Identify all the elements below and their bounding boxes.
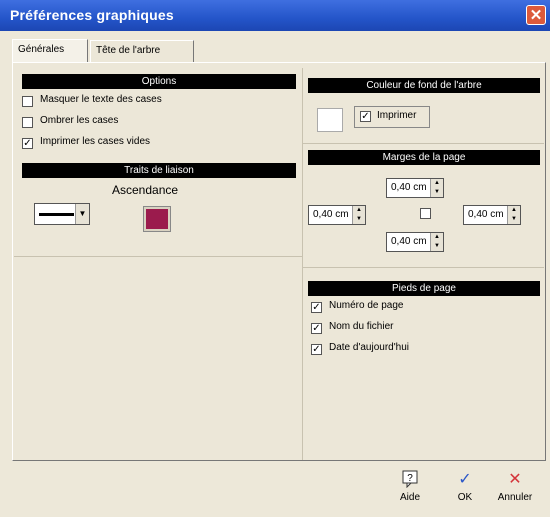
tab-tete-arbre[interactable]: Tête de l'arbre	[90, 40, 194, 62]
aide-label: Aide	[399, 492, 420, 503]
tab-generales[interactable]: Générales	[12, 39, 88, 63]
option-imprimer-vides-checkbox[interactable]: ✓	[22, 138, 33, 149]
imprimer-toggle[interactable]: ✓ Imprimer	[354, 106, 430, 128]
option-masquer-label: Masquer le texte des cases	[40, 94, 162, 105]
option-ombrer-checkbox[interactable]	[22, 117, 33, 128]
checkmark-icon: ✓	[458, 471, 472, 488]
pied-numero-label: Numéro de page	[329, 300, 404, 311]
cancel-x-icon: ✕	[508, 471, 522, 488]
pied-date-label: Date d'aujourd'hui	[329, 342, 409, 353]
option-ombrer-label: Ombrer les cases	[40, 115, 119, 126]
imprimer-checkbox[interactable]: ✓	[360, 111, 371, 122]
couleur-fond-header: Couleur de fond de l'arbre	[308, 78, 540, 93]
imprimer-label: Imprimer	[377, 110, 417, 121]
options-header: Options	[22, 74, 296, 89]
margin-bottom-spinner-icon[interactable]: ▲ ▼	[430, 233, 443, 251]
close-button[interactable]: ✕	[526, 5, 546, 25]
window-title: Préférences graphiques	[10, 7, 174, 23]
pied-fichier-checkbox[interactable]: ✓	[311, 323, 322, 334]
right-divider-2	[303, 267, 544, 268]
chevron-down-icon[interactable]: ▼	[75, 204, 89, 224]
margin-bottom-input[interactable]: 0,40 cm ▲ ▼	[386, 232, 444, 252]
help-icon: ?	[390, 470, 430, 490]
line-style-preview	[39, 213, 74, 216]
margin-right-value: 0,40 cm	[468, 209, 504, 220]
ok-label: OK	[457, 492, 473, 503]
margin-top-value: 0,40 cm	[391, 182, 427, 193]
margin-left-spinner-icon[interactable]: ▲ ▼	[352, 206, 365, 224]
pied-fichier-label: Nom du fichier	[329, 321, 394, 332]
pied-date-checkbox[interactable]: ✓	[311, 344, 322, 355]
margin-bottom-value: 0,40 cm	[391, 236, 427, 247]
column-divider	[302, 68, 303, 460]
option-masquer-checkbox[interactable]	[22, 96, 33, 107]
margin-top-input[interactable]: 0,40 cm ▲ ▼	[386, 178, 444, 198]
line-style-select[interactable]: ▼	[34, 203, 90, 225]
svg-text:?: ?	[407, 473, 413, 484]
margin-left-value: 0,40 cm	[313, 209, 349, 220]
left-section-divider	[14, 256, 302, 257]
marges-header: Marges de la page	[308, 150, 540, 165]
aide-button[interactable]: ? Aide	[390, 470, 430, 510]
margin-top-spinner-icon[interactable]: ▲ ▼	[430, 179, 443, 197]
annuler-label: Annuler	[497, 492, 533, 503]
margin-right-spinner-icon[interactable]: ▲ ▼	[507, 206, 520, 224]
pied-numero-checkbox[interactable]: ✓	[311, 302, 322, 313]
ascendance-color-swatch[interactable]	[143, 206, 171, 232]
margin-right-input[interactable]: 0,40 cm ▲ ▼	[463, 205, 521, 225]
pieds-header: Pieds de page	[308, 281, 540, 296]
traits-header: Traits de liaison	[22, 163, 296, 178]
right-divider-1	[303, 143, 544, 144]
background-color-swatch[interactable]	[317, 108, 343, 132]
margin-left-input[interactable]: 0,40 cm ▲ ▼	[308, 205, 366, 225]
ascendance-label: Ascendance	[112, 183, 179, 197]
ok-button[interactable]: ✓ OK	[445, 470, 485, 510]
margins-center-checkbox[interactable]	[420, 208, 431, 219]
title-bar: Préférences graphiques ✕	[0, 0, 550, 31]
option-imprimer-vides-label: Imprimer les cases vides	[40, 136, 151, 147]
annuler-button[interactable]: ✕ Annuler	[495, 470, 535, 510]
